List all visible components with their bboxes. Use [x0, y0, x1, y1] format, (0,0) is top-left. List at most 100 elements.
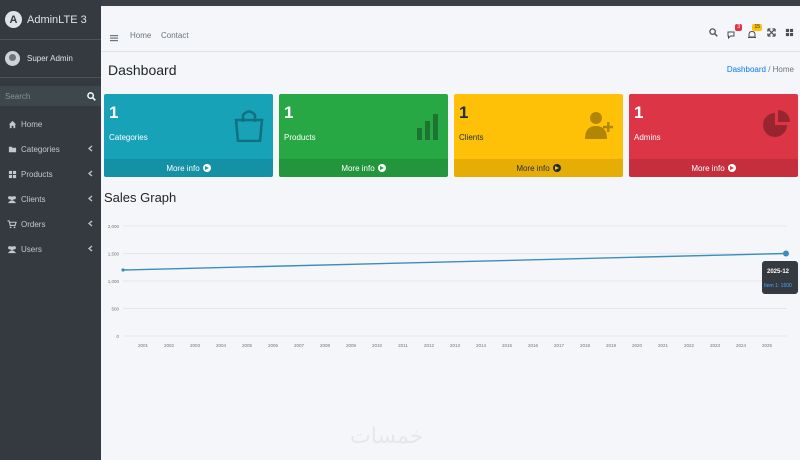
- x-tick-label: 2022: [684, 343, 695, 348]
- x-tick-label: 2016: [528, 343, 539, 348]
- grid-icon[interactable]: [785, 28, 794, 37]
- bell-icon: [748, 30, 756, 38]
- sidebar-item-label: Products: [21, 170, 53, 179]
- sidebar: A AdminLTE 3 Super Admin Home Categories…: [0, 0, 101, 460]
- x-tick-label: 2024: [736, 343, 747, 348]
- search-input[interactable]: [0, 86, 81, 106]
- stat-box-categories: 1 Categories More info: [104, 94, 273, 177]
- x-tick-label: 2011: [398, 343, 408, 348]
- x-tick-label: 2003: [190, 343, 201, 348]
- search-icon[interactable]: [709, 28, 718, 37]
- expand-icon[interactable]: [767, 28, 776, 37]
- x-tick-label: 2023: [710, 343, 721, 348]
- chevron-left-icon: [88, 220, 93, 227]
- sidebar-item-orders[interactable]: Orders: [0, 212, 101, 237]
- x-tick-label: 2025: [762, 343, 773, 348]
- more-info-label: More info: [516, 163, 550, 173]
- x-tick-label: 2014: [476, 343, 487, 348]
- x-tick-label: 2021: [658, 343, 669, 348]
- notifications-badge: 15: [752, 24, 762, 31]
- sidebar-item-clients[interactable]: Clients: [0, 187, 101, 212]
- chart-tooltip: 2025-12 Item 1: 1500: [762, 261, 798, 294]
- user-panel[interactable]: Super Admin: [0, 40, 101, 78]
- sidebar-item-label: Users: [21, 245, 42, 254]
- sidebar-item-home[interactable]: Home: [0, 112, 101, 137]
- arrow-circle-right-icon: [552, 164, 561, 172]
- nav-link-contact[interactable]: Contact: [161, 31, 189, 40]
- grid-icon: [7, 170, 17, 180]
- x-tick-label: 2008: [320, 343, 331, 348]
- stat-value: 1: [634, 103, 644, 122]
- x-tick-label: 2017: [554, 343, 565, 348]
- more-info-label: More info: [691, 163, 725, 173]
- pie-chart-icon: [763, 110, 790, 137]
- sidebar-item-label: Orders: [21, 220, 46, 229]
- more-info-link[interactable]: More info: [629, 159, 798, 177]
- more-info-link[interactable]: More info: [454, 159, 623, 177]
- stat-box-products: 1 Products More info: [279, 94, 448, 177]
- stat-value: 1: [284, 103, 294, 122]
- brand-link[interactable]: A AdminLTE 3: [0, 0, 101, 40]
- chevron-left-icon: [88, 195, 93, 202]
- x-tick-label: 2009: [346, 343, 357, 348]
- cart-icon: [7, 220, 17, 230]
- bar-chart-icon: [417, 114, 438, 140]
- messages-button[interactable]: 3: [727, 24, 742, 40]
- stat-label: Categories: [109, 133, 148, 142]
- sidebar-item-label: Categories: [21, 145, 60, 154]
- stat-label: Products: [284, 133, 316, 142]
- x-tick-label: 2019: [606, 343, 617, 348]
- chevron-left-icon: [88, 145, 93, 152]
- sidebar-nav: Home Categories Products Clients Orders …: [0, 112, 101, 262]
- x-tick-label: 2015: [502, 343, 513, 348]
- messages-badge: 3: [735, 24, 742, 31]
- search-button[interactable]: [81, 86, 101, 106]
- y-tick-label: 500: [111, 307, 119, 312]
- breadcrumb-link-dashboard[interactable]: Dashboard: [727, 65, 766, 74]
- x-tick-label: 2013: [450, 343, 461, 348]
- arrow-circle-right-icon: [202, 164, 211, 172]
- more-info-label: More info: [341, 163, 375, 173]
- x-tick-label: 2007: [294, 343, 305, 348]
- x-tick-label: 2001: [138, 343, 149, 348]
- data-point[interactable]: [783, 250, 789, 257]
- stat-label: Clients: [459, 133, 484, 142]
- x-tick-label: 2010: [372, 343, 383, 348]
- notifications-button[interactable]: 15: [747, 24, 762, 38]
- more-info-link[interactable]: More info: [279, 159, 448, 177]
- stat-value: 1: [109, 103, 119, 122]
- hamburger-icon: [110, 35, 118, 42]
- x-tick-label: 2005: [242, 343, 253, 348]
- shopping-bag-icon: [234, 110, 264, 142]
- watermark: خمسات: [350, 424, 424, 449]
- menu-toggle-button[interactable]: [110, 29, 118, 47]
- brand-logo: A: [5, 11, 22, 28]
- top-navbar: Home Contact 3 15: [101, 0, 800, 52]
- arrow-circle-right-icon: [377, 164, 386, 172]
- stat-value: 1: [459, 103, 469, 122]
- breadcrumb-current: Home: [772, 65, 794, 74]
- users-icon: [7, 195, 17, 205]
- users-icon: [7, 245, 17, 255]
- sidebar-item-categories[interactable]: Categories: [0, 137, 101, 162]
- sales-chart-svg: 0 500 1,000 1,500 2,000 2001 2002 2003 2004 2005 2…: [108, 224, 789, 348]
- y-tick-label: 1,000: [108, 279, 120, 284]
- y-tick-label: 0: [116, 334, 119, 339]
- sidebar-item-users[interactable]: Users: [0, 237, 101, 262]
- x-tick-label: 2012: [424, 343, 435, 348]
- home-icon: [7, 120, 17, 130]
- data-point[interactable]: [121, 268, 125, 272]
- sidebar-search: [0, 86, 101, 106]
- folder-icon: [7, 145, 17, 155]
- chevron-left-icon: [88, 245, 93, 252]
- more-info-link[interactable]: More info: [104, 159, 273, 177]
- search-icon: [86, 91, 96, 101]
- avatar: [5, 51, 20, 66]
- nav-link-home[interactable]: Home: [130, 31, 151, 40]
- x-tick-label: 2002: [164, 343, 175, 348]
- tooltip-value: Item 1: 1500: [764, 283, 792, 289]
- sidebar-item-products[interactable]: Products: [0, 162, 101, 187]
- stat-box-admins: 1 Admins More info: [629, 94, 798, 177]
- user-name[interactable]: Super Admin: [27, 54, 73, 63]
- sidebar-item-label: Clients: [21, 195, 46, 204]
